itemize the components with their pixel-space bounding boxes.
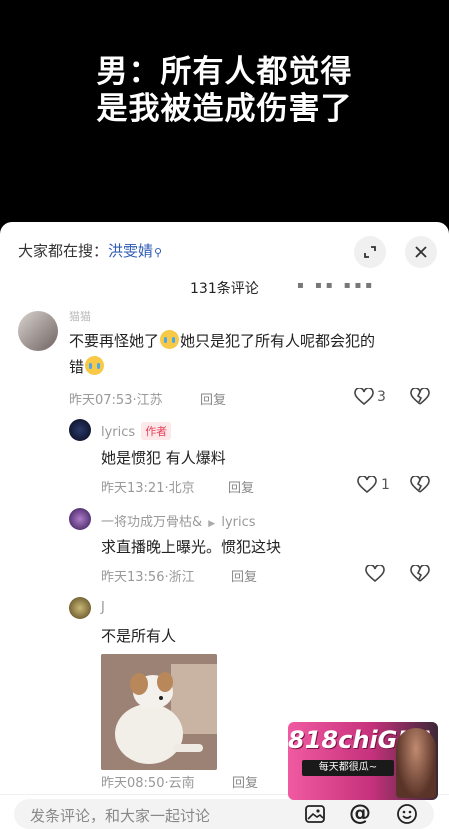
header-blur: ▪ ▪▪ ▪▪▪: [297, 280, 377, 291]
like-count: 1: [381, 477, 390, 493]
search-suggestion[interactable]: 大家都在搜：洪雯婧⚲: [18, 240, 162, 261]
heart-icon: [357, 476, 377, 494]
reply-meta: 昨天13:21·北京: [101, 481, 195, 496]
headline-line-2: 是我被造成伤害了: [96, 91, 353, 127]
emoji-button[interactable]: [396, 803, 418, 829]
avatar[interactable]: [69, 597, 91, 619]
dislike-button[interactable]: [410, 475, 430, 498]
headline-line-1: 男：所有人都觉得: [96, 54, 353, 90]
dog-illustration: [101, 654, 217, 770]
avatar[interactable]: [69, 419, 91, 441]
comment-text: 不要再怪她了 她只是犯了所有人呢都会犯的 错: [69, 330, 376, 376]
at-icon: @: [349, 801, 371, 826]
reply-button[interactable]: 回复: [231, 566, 257, 585]
reply-button[interactable]: 回复: [232, 772, 258, 791]
dislike-button[interactable]: [410, 387, 430, 410]
dog-gif-image[interactable]: [101, 654, 217, 770]
close-button[interactable]: [405, 236, 437, 268]
broken-heart-icon: [410, 564, 430, 582]
collapse-icon: [364, 246, 376, 258]
search-prefix: 大家都在搜：: [18, 242, 109, 260]
emoji-icon: [397, 804, 417, 824]
search-term-link[interactable]: 洪雯婧: [108, 242, 153, 260]
at-button[interactable]: @: [349, 801, 371, 826]
like-button[interactable]: 3: [354, 388, 386, 406]
crying-emoji-icon: [160, 330, 180, 349]
like-button[interactable]: [365, 565, 385, 583]
reply-username[interactable]: 一将功成万骨枯& ▶ lyrics: [101, 511, 256, 530]
comment-input-placeholder: 发条评论，和大家一起讨论: [30, 807, 211, 825]
reply-to-username[interactable]: lyrics: [221, 515, 255, 530]
watermark-figure: [396, 728, 436, 798]
crying-emoji-icon: [85, 356, 105, 375]
reply-text: 不是所有人: [101, 627, 177, 645]
close-icon: [415, 246, 427, 258]
comment-meta: 昨天07:53·江苏: [69, 393, 163, 408]
reply-username[interactable]: lyrics 作者: [101, 422, 172, 440]
dislike-button[interactable]: [410, 564, 430, 587]
watermark-logo: 818chiGUA 每天都很瓜~: [288, 722, 438, 800]
reply-meta: 昨天13:56·浙江: [101, 570, 195, 585]
reply-username[interactable]: J: [101, 600, 105, 615]
collapse-button[interactable]: [354, 236, 386, 268]
image-icon: [305, 805, 325, 823]
image-button[interactable]: [304, 803, 326, 829]
author-badge: 作者: [141, 422, 172, 440]
like-button[interactable]: 1: [357, 476, 390, 494]
broken-heart-icon: [410, 475, 430, 493]
reply-button[interactable]: 回复: [228, 477, 254, 496]
like-count: 3: [377, 389, 386, 405]
headline: 男：所有人都觉得 是我被造成伤害了: [0, 54, 449, 128]
comment-count: 131条评论: [190, 281, 259, 297]
search-icon: ⚲: [154, 246, 163, 259]
watermark-tagline: 每天都很瓜~: [302, 760, 394, 776]
avatar[interactable]: [69, 508, 91, 530]
reply-text: 求直播晚上曝光。惯犯这块: [101, 538, 282, 556]
reply-text: 她是惯犯 有人爆料: [101, 449, 226, 467]
avatar[interactable]: [18, 311, 58, 351]
heart-icon: [354, 388, 374, 406]
reply-meta: 昨天08:50·云南: [101, 776, 195, 791]
reply-button[interactable]: 回复: [200, 389, 226, 408]
heart-icon: [365, 565, 385, 583]
comment-input[interactable]: 发条评论，和大家一起讨论: [14, 799, 434, 829]
broken-heart-icon: [410, 387, 430, 405]
comment-username[interactable]: 猫猫: [69, 308, 91, 324]
reply-arrow-icon: ▶: [208, 519, 216, 529]
